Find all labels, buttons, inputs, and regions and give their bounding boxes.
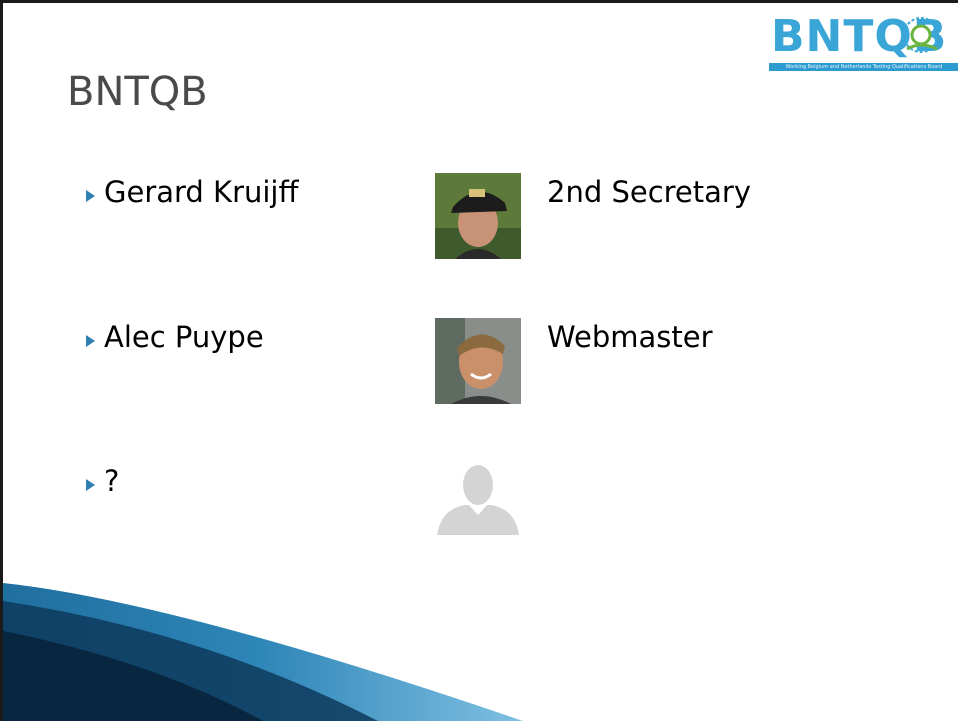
logo-emblem-icon — [903, 17, 939, 53]
member-name: Alec Puype — [104, 320, 264, 354]
member-role: Webmaster — [547, 320, 713, 354]
bullet-arrow-icon — [86, 190, 95, 202]
logo-tagline: Working Belgium and Netherlands Testing … — [769, 63, 958, 71]
decorative-swoosh — [3, 583, 523, 721]
slide: BNTQB Working Belgium and Netherlands Te… — [0, 0, 958, 721]
slide-title: BNTQB — [67, 69, 208, 115]
member-name: Gerard Kruijff — [104, 175, 299, 209]
bntqb-logo: BNTQB Working Belgium and Netherlands Te… — [769, 11, 958, 73]
member-name: ? — [104, 464, 120, 498]
bullet-arrow-icon — [86, 335, 95, 347]
person-photo-icon — [435, 173, 521, 259]
placeholder-avatar-icon — [435, 459, 521, 545]
member-role: 2nd Secretary — [547, 175, 752, 209]
bullet-arrow-icon — [86, 479, 95, 491]
person-photo-icon — [435, 318, 521, 404]
